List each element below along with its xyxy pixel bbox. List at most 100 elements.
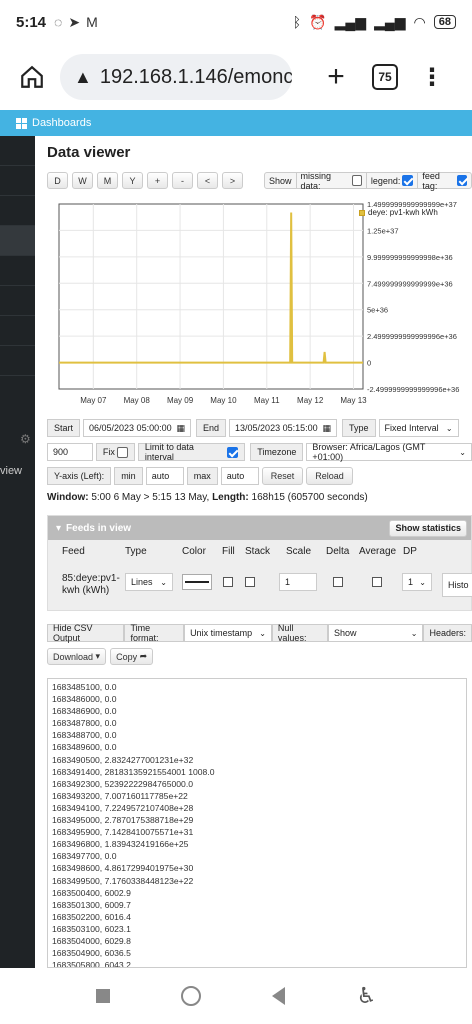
max-input[interactable]: auto	[220, 467, 259, 485]
feed-color-picker[interactable]	[182, 574, 212, 590]
recents-icon[interactable]	[95, 989, 110, 1003]
feed-type-select[interactable]: Lines ⌄	[125, 573, 173, 591]
csv-line: 1683498600, 4.8617299401975e+30	[52, 863, 194, 874]
range-button-day[interactable]: D	[47, 172, 68, 189]
legend-series-name: deye: pv1-kwh kWh	[368, 208, 438, 217]
csv-line: 1683495900, 7.1428410075571e+31	[52, 827, 194, 838]
back-icon[interactable]	[272, 987, 286, 1005]
chart-svg[interactable]: 1.4999999999999999e+371.25e+379.99999999…	[35, 198, 472, 408]
range-button-year[interactable]: Y	[122, 172, 143, 189]
delta-checkbox[interactable]	[333, 577, 343, 587]
reload-button[interactable]: Reload	[306, 467, 353, 485]
caret-down-icon: ▾	[95, 651, 101, 661]
csv-line: 1683486900, 0.0	[52, 706, 117, 717]
reset-button[interactable]: Reset	[261, 467, 304, 485]
tabs-button[interactable]: 75	[372, 64, 398, 90]
col-scale: Scale	[286, 546, 312, 557]
chart-legend: deye: pv1-kwh kWh	[359, 208, 438, 217]
collapse-icon[interactable]: ▾	[56, 523, 61, 534]
main-content: Data viewer D W M Y + - < > Show missing…	[35, 136, 472, 968]
sidebar-item[interactable]	[0, 316, 35, 346]
show-statistics-button[interactable]: Show statistics	[389, 519, 467, 537]
time-format-select[interactable]: Unix timestamp ⌄	[184, 624, 272, 642]
col-stack: Stack	[245, 546, 271, 557]
home-circle-icon[interactable]	[180, 986, 201, 1006]
histogram-select[interactable]: Histo	[442, 573, 472, 597]
sidebar-item-active[interactable]	[0, 226, 35, 256]
fix-checkbox[interactable]	[116, 446, 128, 458]
interval-row: 900 Fix Limit to data interval Timezone …	[47, 442, 472, 462]
sidebar-item[interactable]	[0, 256, 35, 286]
alarm-icon: ⏰	[309, 13, 327, 30]
top-navigation: Dashboards	[0, 110, 472, 136]
range-button-week[interactable]: W	[72, 172, 93, 189]
date-range-row: Start 06/05/2023 05:00:00 ▦ End 13/05/202…	[47, 419, 459, 437]
zoom-in-button[interactable]: +	[147, 172, 168, 189]
copy-button[interactable]: Copy ➦	[110, 648, 154, 665]
dashboards-link[interactable]: Dashboards	[32, 117, 91, 129]
show-label: Show	[269, 175, 292, 186]
missing-data-label: missing data:	[300, 170, 332, 191]
hide-csv-button[interactable]: Hide CSV Output	[47, 623, 125, 643]
timezone-select[interactable]: Browser: Africa/Lagos (GMT +01:00) ⌄	[306, 442, 472, 462]
type-select[interactable]: Fixed Interval ⌄	[378, 419, 459, 437]
accessibility-icon[interactable]: ♿	[357, 983, 377, 1009]
window-label: Window:	[47, 492, 89, 503]
menu-icon[interactable]: ⋮	[420, 63, 444, 92]
scale-input[interactable]: 1	[279, 573, 317, 591]
show-options: Show missing data: legend: feed tag:	[264, 170, 472, 191]
feed-tag-checkbox[interactable]	[456, 175, 467, 186]
bluetooth-icon: ᛒ	[292, 14, 302, 30]
signal-icon: ▂▄▆	[334, 13, 367, 30]
start-label: Start	[47, 419, 81, 437]
url-field[interactable]: ▲ 192.168.1.146/emonc	[60, 54, 292, 100]
new-tab-button[interactable]: +	[318, 60, 354, 94]
sidebar-item[interactable]	[0, 166, 35, 196]
y-tick-label: 0	[367, 359, 371, 368]
sidebar-item[interactable]	[0, 286, 35, 316]
min-label: min	[114, 467, 143, 485]
zoom-out-button[interactable]: -	[172, 172, 193, 189]
fill-checkbox[interactable]	[223, 577, 233, 587]
calendar-icon[interactable]: ▦	[177, 423, 186, 434]
download-button[interactable]: Download ▾	[47, 648, 107, 665]
pan-right-button[interactable]: >	[222, 172, 243, 189]
fix-option[interactable]: Fix	[95, 443, 135, 461]
type-label: Type	[342, 419, 376, 437]
limit-checkbox[interactable]	[227, 446, 239, 458]
dp-select[interactable]: 1 ⌄	[402, 573, 432, 591]
missing-data-option[interactable]: missing data:	[295, 170, 366, 191]
download-label: Download	[53, 651, 94, 662]
csv-line: 1683497700, 0.0	[52, 851, 117, 862]
status-bar: 5:14 ◌ ➤ M ᛒ ⏰ ▂▄▆ ▂▄▆ ◠ 68	[0, 0, 472, 44]
end-date-input[interactable]: 13/05/2023 05:15:00 ▦	[229, 419, 338, 437]
csv-line: 1683505800, 6043.2	[52, 960, 131, 968]
home-button[interactable]	[12, 57, 52, 97]
interval-input[interactable]: 900	[47, 443, 93, 461]
chart[interactable]: 1.4999999999999999e+37 1.25e+37 9.99999999…	[35, 198, 472, 408]
average-checkbox[interactable]	[372, 577, 382, 587]
sidebar-item[interactable]	[0, 346, 35, 376]
range-button-month[interactable]: M	[97, 172, 118, 189]
limit-option[interactable]: Limit to data interval	[137, 442, 246, 462]
legend-checkbox[interactable]	[402, 175, 414, 186]
csv-line: 1683504000, 6029.8	[52, 935, 131, 946]
gear-icon[interactable]: ⚙	[20, 432, 31, 446]
null-values-select[interactable]: Show ⌄	[328, 624, 424, 642]
pan-left-button[interactable]: <	[197, 172, 218, 189]
stack-checkbox[interactable]	[245, 577, 255, 587]
calendar-icon[interactable]: ▦	[323, 423, 332, 434]
missing-data-checkbox[interactable]	[351, 175, 362, 186]
csv-line: 1683493200, 7.007160117785e+22	[52, 790, 188, 801]
sidebar-view-label[interactable]: view	[0, 465, 22, 477]
legend-option[interactable]: legend:	[365, 173, 418, 188]
csv-output[interactable]: 1683485100, 0.0 1683486000, 0.0 1683486900…	[47, 678, 467, 968]
feed-tag-option[interactable]: feed tag:	[417, 171, 471, 191]
csv-line: 1683492300, 52392222984765000.0	[52, 778, 193, 789]
min-input[interactable]: auto	[145, 467, 184, 485]
sidebar-item[interactable]	[0, 136, 35, 166]
feeds-header[interactable]: ▾ Feeds in view Show statistics	[48, 516, 471, 540]
start-date-input[interactable]: 06/05/2023 05:00:00 ▦	[83, 419, 192, 437]
type-select-value: Fixed Interval	[384, 423, 439, 433]
sidebar-item[interactable]	[0, 196, 35, 226]
